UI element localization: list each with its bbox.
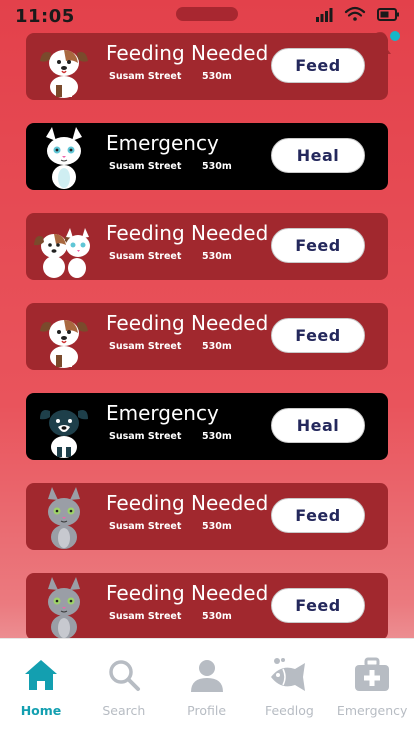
dog-and-cat-icon <box>32 213 96 280</box>
profile-icon <box>187 655 227 695</box>
nav-label: Home <box>20 703 62 718</box>
feed-button[interactable]: Feed <box>271 318 365 353</box>
nav-label: Feedlog <box>264 703 314 718</box>
dog-icon <box>32 303 96 370</box>
nav-label: Emergency <box>336 703 408 718</box>
feed-button[interactable]: Feed <box>271 588 365 623</box>
card-distance: 530m <box>202 71 232 82</box>
status-time: 11:05 <box>15 6 75 27</box>
card-distance: 530m <box>202 611 232 622</box>
heal-button[interactable]: Heal <box>271 138 365 173</box>
camera-notch <box>176 7 238 21</box>
card-title: Feeding Needed <box>106 491 269 515</box>
card-distance: 530m <box>202 251 232 262</box>
status-icons <box>316 6 399 22</box>
card-distance: 530m <box>202 521 232 532</box>
battery-icon <box>377 8 399 21</box>
signal-icon <box>316 8 333 22</box>
wifi-icon <box>344 6 366 21</box>
nav-label: Search <box>102 703 146 718</box>
card-title: Emergency <box>106 401 219 425</box>
card-distance: 530m <box>202 341 232 352</box>
nav-label: Profile <box>187 703 227 718</box>
status-bar: 11:05 <box>0 0 414 34</box>
heal-button[interactable]: Heal <box>271 408 365 443</box>
feeding-card[interactable]: Feeding Needed Susam Street 530m Feed <box>26 33 388 100</box>
dark-dog-icon <box>32 393 96 460</box>
feeding-card[interactable]: Feeding Needed Susam Street 530m Feed <box>26 303 388 370</box>
alert-feed[interactable]: Feeding Needed Susam Street 530m Feed Em… <box>0 33 414 638</box>
cat-icon <box>32 123 96 190</box>
card-street: Susam Street <box>109 71 182 82</box>
card-distance: 530m <box>202 161 232 172</box>
card-title: Feeding Needed <box>106 581 269 605</box>
nav-item-home[interactable]: Home <box>0 639 82 737</box>
nav-item-profile[interactable]: Profile <box>166 639 248 737</box>
card-title: Feeding Needed <box>106 41 269 65</box>
card-street: Susam Street <box>109 161 182 172</box>
bottom-nav: Home Search Profile Feedlog Emergency <box>0 638 414 737</box>
gray-cat-icon <box>32 483 96 550</box>
feed-button[interactable]: Feed <box>271 498 365 533</box>
card-street: Susam Street <box>109 431 182 442</box>
feeding-card[interactable]: Feeding Needed Susam Street 530m Feed <box>26 573 388 638</box>
card-distance: 530m <box>202 431 232 442</box>
card-title: Feeding Needed <box>106 311 269 335</box>
feeding-card[interactable]: Feeding Needed Susam Street 530m Feed <box>26 213 388 280</box>
dog-icon <box>32 33 96 100</box>
nav-item-search[interactable]: Search <box>83 639 165 737</box>
feed-button[interactable]: Feed <box>271 48 365 83</box>
emergency-card[interactable]: Emergency Susam Street 530m Heal <box>26 123 388 190</box>
nav-item-emergency[interactable]: Emergency <box>331 639 413 737</box>
search-icon <box>104 655 144 695</box>
feeding-card[interactable]: Feeding Needed Susam Street 530m Feed <box>26 483 388 550</box>
first-aid-kit-icon <box>352 655 392 695</box>
card-title: Emergency <box>106 131 219 155</box>
feed-button[interactable]: Feed <box>271 228 365 263</box>
card-street: Susam Street <box>109 341 182 352</box>
home-icon <box>21 655 61 695</box>
gray-cat-icon <box>32 573 96 638</box>
card-street: Susam Street <box>109 251 182 262</box>
nav-item-feedlog[interactable]: Feedlog <box>248 639 330 737</box>
card-title: Feeding Needed <box>106 221 269 245</box>
card-street: Susam Street <box>109 611 182 622</box>
card-street: Susam Street <box>109 521 182 532</box>
emergency-card[interactable]: Emergency Susam Street 530m Heal <box>26 393 388 460</box>
fish-icon <box>269 655 309 695</box>
